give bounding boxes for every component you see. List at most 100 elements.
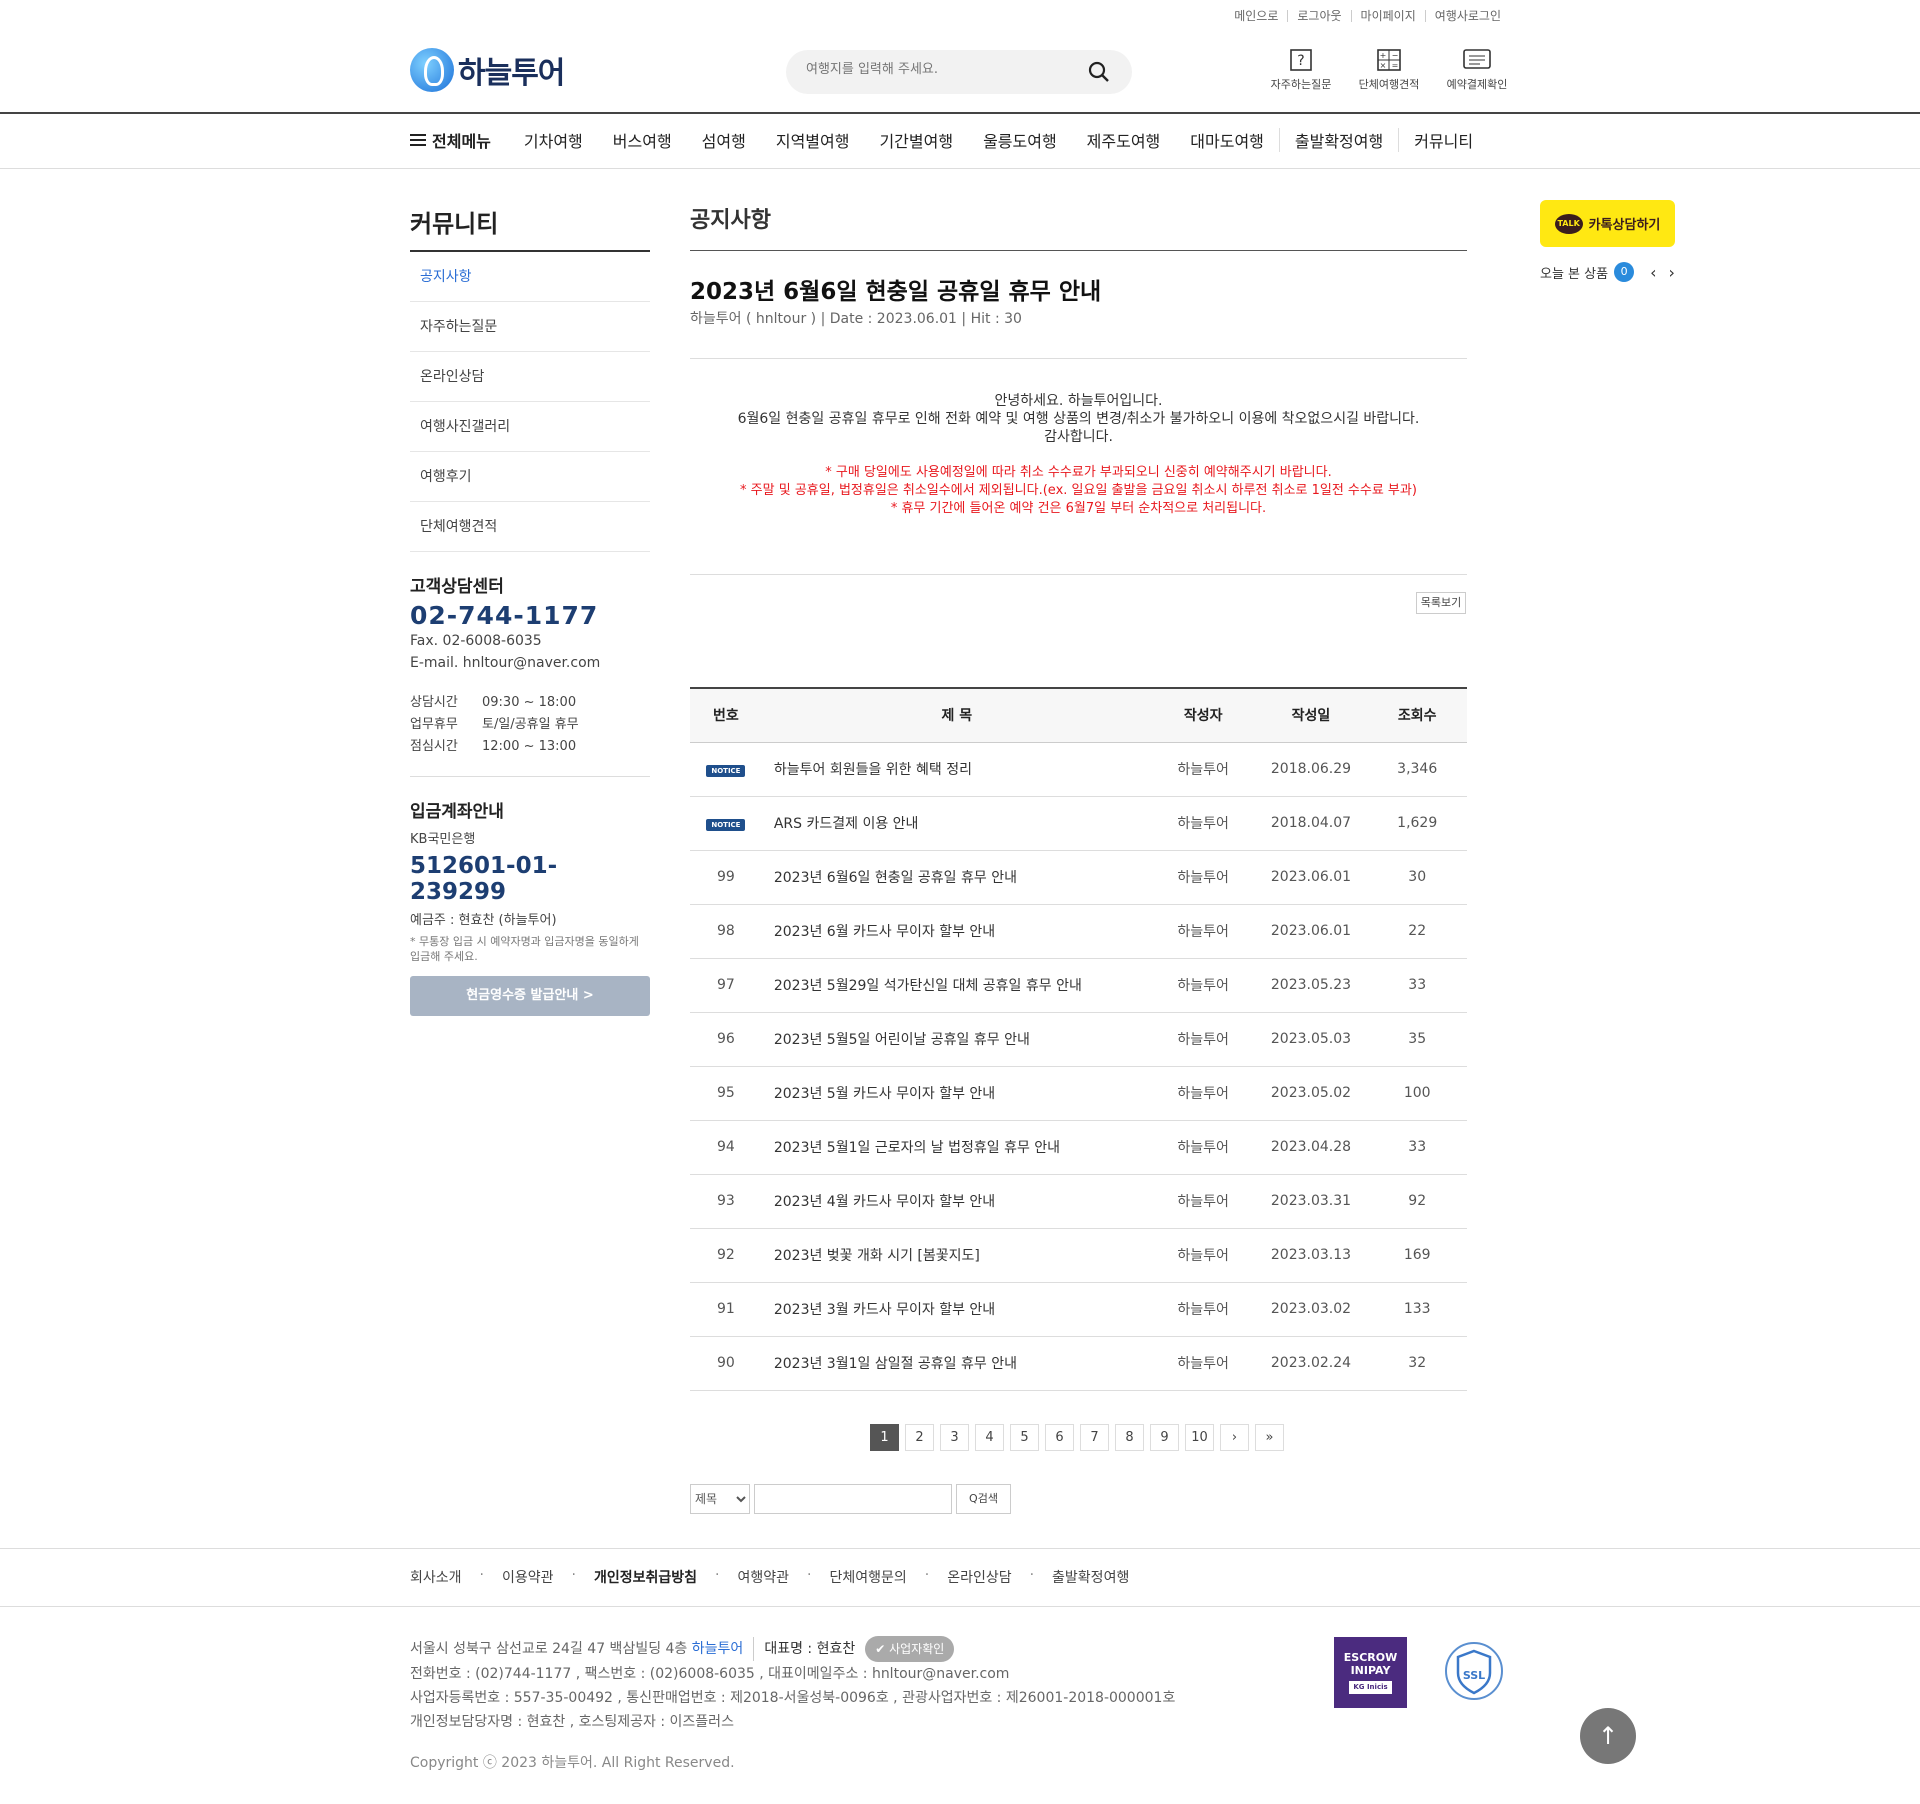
search-icon[interactable] [1088, 61, 1110, 87]
row-title[interactable]: 2023년 6월 카드사 무이자 할부 안내 [761, 904, 1152, 959]
sidebar-item[interactable]: 공지사항 [410, 252, 650, 302]
table-row[interactable]: 94 2023년 5월1일 근로자의 날 법정휴일 휴무 안내 하늘투어 2023.0… [690, 1120, 1467, 1175]
gnb-item[interactable]: 울릉도여행 [968, 128, 1072, 152]
page-link[interactable]: 7 [1080, 1424, 1109, 1451]
footer-link-separator: · [807, 1567, 812, 1583]
board-search-button[interactable]: Q검색 [956, 1484, 1011, 1514]
copyright: Copyright ⓒ 2023 하늘투어. All Right Reserve… [410, 1755, 735, 1771]
row-title[interactable]: 2023년 6월6일 현충일 공휴일 휴무 안내 [761, 850, 1152, 905]
table-row[interactable]: 92 2023년 벚꽃 개화 시기 [봄꽃지도] 하늘투어 2023.03.13 169 [690, 1228, 1467, 1283]
table-row[interactable]: NOTICE 하늘투어 회원들을 위한 혜택 정리 하늘투어 2018.06.29 3,… [690, 742, 1467, 797]
row-title[interactable]: 2023년 벚꽃 개화 시기 [봄꽃지도] [761, 1228, 1152, 1283]
util-link[interactable]: 마이페이지 [1350, 10, 1425, 22]
footer-link[interactable]: 개인정보취급방침 [594, 1567, 715, 1587]
post-title: 2023년 6월6일 현충일 공휴일 휴무 안내 [690, 279, 1102, 305]
quick-link-2[interactable]: + − × = 단체여행견적 [1356, 48, 1422, 92]
page-link[interactable]: 10 [1185, 1424, 1214, 1451]
page-link[interactable]: 1 [870, 1424, 899, 1451]
row-title[interactable]: 2023년 4월 카드사 무이자 할부 안내 [761, 1174, 1152, 1229]
cash-receipt-button[interactable]: 현금영수증 발급안내 > [410, 976, 650, 1016]
gnb-item[interactable]: 출발확정여행 [1278, 128, 1398, 152]
search-field-select[interactable]: 제목 [690, 1484, 750, 1514]
row-author: 하늘투어 [1151, 850, 1255, 905]
row-title[interactable]: 2023년 5월5일 어린이날 공휴일 휴무 안내 [761, 1012, 1152, 1067]
quick-link-1[interactable]: ? 자주하는질문 [1268, 48, 1334, 92]
chevron-right-icon[interactable]: › [1668, 263, 1674, 282]
company-info: 서울시 성북구 삼선교로 24길 47 백삼빌딩 4층 하늘투어 대표명 : 현… [410, 1636, 1175, 1734]
table-row[interactable]: 91 2023년 3월 카드사 무이자 할부 안내 하늘투어 2023.03.02 13… [690, 1282, 1467, 1337]
sidebar-item[interactable]: 여행후기 [410, 452, 650, 502]
table-row[interactable]: 98 2023년 6월 카드사 무이자 할부 안내 하늘투어 2023.06.01 22 [690, 904, 1467, 959]
gnb-item[interactable]: 커뮤니티 [1398, 128, 1488, 152]
company-name: 하늘투어 [691, 1641, 744, 1657]
scroll-top-button[interactable]: ↑ [1580, 1708, 1636, 1764]
row-number: NOTICE [690, 796, 762, 851]
company-ceo: 대표명 : 현효찬 [753, 1637, 855, 1661]
chevron-left-icon[interactable]: ‹ [1650, 263, 1656, 282]
page-link[interactable]: 8 [1115, 1424, 1144, 1451]
row-author: 하늘투어 [1151, 904, 1255, 959]
page-link[interactable]: 5 [1010, 1424, 1039, 1451]
util-link[interactable]: 여행사로그인 [1424, 10, 1510, 22]
footer-link[interactable]: 여행약관 [737, 1567, 807, 1587]
kakao-label: 카톡상담하기 [1588, 218, 1661, 233]
page-link[interactable]: 2 [905, 1424, 934, 1451]
util-link[interactable]: 로그아웃 [1287, 10, 1350, 22]
table-row[interactable]: 97 2023년 5월29일 석가탄신일 대체 공휴일 휴무 안내 하늘투어 2023… [690, 958, 1467, 1013]
list-button[interactable]: 목록보기 [1416, 592, 1466, 614]
page-link[interactable]: 4 [975, 1424, 1004, 1451]
gnb-item[interactable]: 기차여행 [509, 128, 598, 152]
row-title[interactable]: ARS 카드결제 이용 안내 [761, 796, 1152, 851]
kakao-consult-button[interactable]: TALK 카톡상담하기 [1540, 200, 1675, 247]
gnb-item[interactable]: 버스여행 [598, 128, 687, 152]
row-title[interactable]: 2023년 5월 카드사 무이자 할부 안내 [761, 1066, 1152, 1121]
table-row[interactable]: NOTICE ARS 카드결제 이용 안내 하늘투어 2018.04.07 1,629 [690, 796, 1467, 851]
page-link[interactable]: 9 [1150, 1424, 1179, 1451]
business-check-button[interactable]: ✔ 사업자확인 [865, 1636, 955, 1662]
sidebar-item[interactable]: 온라인상담 [410, 352, 650, 402]
row-number: 95 [690, 1066, 762, 1121]
gnb-item[interactable]: 대마도여행 [1175, 128, 1279, 152]
sidebar-item[interactable]: 여행사진갤러리 [410, 402, 650, 452]
pagination: 1 2 3 4 5 6 7 8 9 10 ›» [870, 1424, 1284, 1451]
footer-link-separator: · [1029, 1567, 1035, 1583]
sidebar-item[interactable]: 단체여행견적 [410, 502, 650, 552]
escrow-badge[interactable]: ESCROW INIPAY KG Inicis [1334, 1637, 1407, 1708]
row-title[interactable]: 2023년 5월1일 근로자의 날 법정휴일 휴무 안내 [761, 1120, 1152, 1175]
utility-links: 메인으로 로그아웃 마이페이지 여행사로그인 [1225, 10, 1510, 22]
row-title[interactable]: 2023년 5월29일 석가탄신일 대체 공휴일 휴무 안내 [761, 958, 1152, 1013]
table-row[interactable]: 99 2023년 6월6일 현충일 공휴일 휴무 안내 하늘투어 2023.06.01… [690, 850, 1467, 905]
table-row[interactable]: 95 2023년 5월 카드사 무이자 할부 안내 하늘투어 2023.05.02 10… [690, 1066, 1467, 1121]
table-row[interactable]: 90 2023년 3월1일 삼일절 공휴일 휴무 안내 하늘투어 2023.02.24… [690, 1336, 1467, 1391]
last-page-icon[interactable]: » [1255, 1424, 1284, 1451]
cs-fax: Fax. 02-6008-6035 [410, 633, 542, 649]
row-title[interactable]: 2023년 3월1일 삼일절 공휴일 휴무 안내 [761, 1336, 1152, 1391]
logo[interactable]: 하늘투어 [410, 48, 565, 92]
table-row[interactable]: 96 2023년 5월5일 어린이날 공휴일 휴무 안내 하늘투어 2023.05.0… [690, 1012, 1467, 1067]
quick-link-3[interactable]: 예약결제확인 [1444, 48, 1510, 92]
row-title[interactable]: 2023년 3월 카드사 무이자 할부 안내 [761, 1282, 1152, 1337]
row-number: 97 [690, 958, 762, 1013]
gnb-item[interactable]: 섬여행 [687, 128, 761, 152]
footer-link[interactable]: 이용약관 [502, 1567, 572, 1587]
util-link[interactable]: 메인으로 [1225, 10, 1287, 22]
all-menu-button[interactable]: 전체메뉴 [410, 128, 491, 152]
footer-link[interactable]: 단체여행문의 [829, 1567, 924, 1587]
footer-link[interactable]: 온라인상담 [947, 1567, 1029, 1587]
gnb-item[interactable]: 기간별여행 [864, 128, 968, 152]
row-hits: 33 [1367, 958, 1467, 1013]
sidebar-item[interactable]: 자주하는질문 [410, 302, 650, 352]
row-title[interactable]: 하늘투어 회원들을 위한 혜택 정리 [761, 742, 1152, 797]
customer-center: 고객상담센터 02-744-1177 Fax. 02-6008-6035 E-m… [410, 572, 650, 1016]
footer-link[interactable]: 출발확정여행 [1052, 1567, 1147, 1587]
footer-link[interactable]: 회사소개 [410, 1567, 480, 1587]
page-link[interactable]: 3 [940, 1424, 969, 1451]
table-row[interactable]: 93 2023년 4월 카드사 무이자 할부 안내 하늘투어 2023.03.31 92 [690, 1174, 1467, 1229]
search-input[interactable] [806, 62, 1076, 77]
board-search-input[interactable] [754, 1484, 952, 1514]
column-header: 제 목 [761, 687, 1152, 743]
gnb-item[interactable]: 제주도여행 [1072, 128, 1176, 152]
next-page-icon[interactable]: › [1220, 1424, 1249, 1451]
page-link[interactable]: 6 [1045, 1424, 1074, 1451]
gnb-item[interactable]: 지역별여행 [761, 128, 865, 152]
